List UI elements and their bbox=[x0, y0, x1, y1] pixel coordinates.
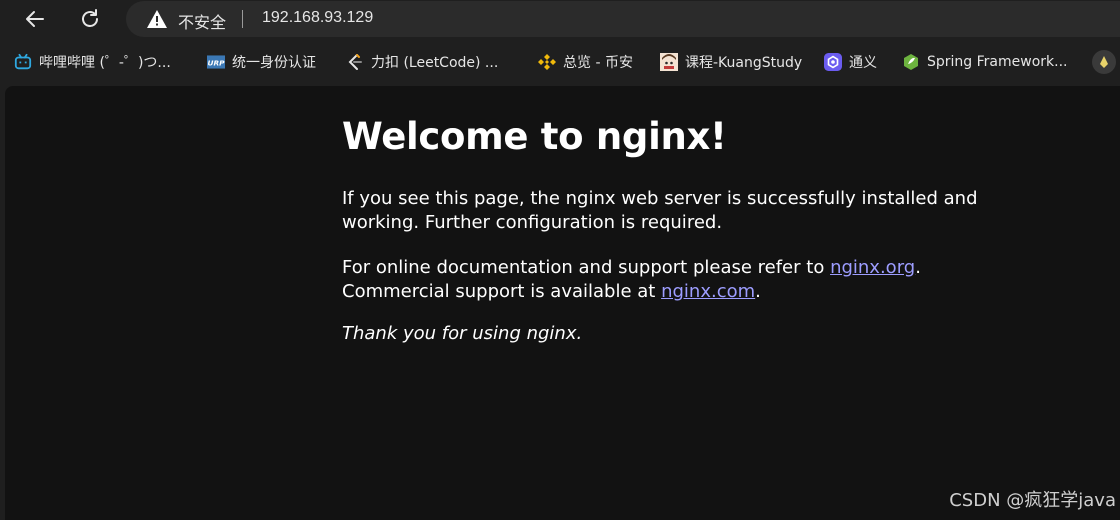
svg-text:URP: URP bbox=[207, 58, 225, 67]
nginx-com-link[interactable]: nginx.com bbox=[661, 281, 755, 302]
reload-button[interactable] bbox=[75, 4, 105, 34]
bookmark-label: Spring Framework... bbox=[927, 54, 1068, 70]
divider bbox=[242, 10, 243, 28]
punctuation: . bbox=[755, 281, 761, 302]
bookmark-bilibili[interactable]: 哔哩哔哩 (゜-゜)つ... bbox=[14, 44, 171, 80]
bookmark-urp[interactable]: URP 统一身份认证 bbox=[207, 44, 316, 80]
bookmark-kuangstudy[interactable]: 课程-KuangStudy bbox=[660, 44, 802, 80]
shortcut-icon bbox=[1092, 50, 1116, 74]
spring-icon bbox=[902, 53, 920, 71]
urp-icon: URP bbox=[207, 53, 225, 71]
back-button[interactable] bbox=[20, 4, 50, 34]
bookmark-tongyi[interactable]: 通义 bbox=[824, 44, 877, 80]
page-title: Welcome to nginx! bbox=[342, 115, 727, 158]
bookmark-label: 总览 - 币安 bbox=[563, 55, 633, 71]
intro-line-1: If you see this page, the nginx web serv… bbox=[342, 188, 978, 209]
bookmarks-bar: 哔哩哔哩 (゜-゜)つ... URP 统一身份认证 力扣 (LeetCode) … bbox=[0, 44, 1120, 80]
security-status-label[interactable]: 不安全 bbox=[178, 9, 226, 33]
support-text-1: For online documentation and support ple… bbox=[342, 257, 831, 278]
tongyi-icon bbox=[824, 53, 842, 71]
bookmark-binance[interactable]: 总览 - 币安 bbox=[538, 44, 633, 80]
bookmark-leetcode[interactable]: 力扣 (LeetCode) ... bbox=[346, 44, 498, 80]
warning-icon[interactable] bbox=[146, 9, 168, 29]
csdn-watermark: CSDN @疯狂学java bbox=[949, 490, 1116, 511]
support-text-2: Commercial support is available at bbox=[342, 281, 662, 302]
thanks-paragraph: Thank you for using nginx. bbox=[342, 323, 583, 344]
page-viewport: Welcome to nginx! If you see this page, … bbox=[5, 86, 1120, 520]
bookmark-overflow[interactable] bbox=[1092, 44, 1120, 80]
reload-icon bbox=[82, 9, 98, 27]
intro-paragraph: If you see this page, the nginx web serv… bbox=[342, 187, 978, 235]
support-paragraph: For online documentation and support ple… bbox=[342, 256, 921, 304]
intro-line-2: working. Further configuration is requir… bbox=[342, 212, 723, 233]
bilibili-icon bbox=[14, 53, 32, 71]
bookmark-spring[interactable]: Spring Framework... bbox=[902, 44, 1067, 80]
address-bar[interactable]: 不安全 192.168.93.129 bbox=[126, 1, 1120, 37]
bookmark-label: 通义 bbox=[849, 55, 877, 71]
binance-icon bbox=[538, 53, 556, 71]
bookmark-label: 课程-KuangStudy bbox=[685, 55, 803, 71]
nginx-org-link[interactable]: nginx.org bbox=[830, 257, 915, 278]
leetcode-icon bbox=[346, 53, 364, 71]
bookmark-label: 力扣 (LeetCode) ... bbox=[371, 55, 499, 71]
back-arrow-icon bbox=[26, 11, 44, 27]
bookmark-label: 统一身份认证 bbox=[232, 55, 316, 71]
punctuation: . bbox=[915, 257, 921, 278]
bookmark-label: 哔哩哔哩 (゜-゜)つ... bbox=[39, 55, 171, 71]
browser-toolbar: 不安全 192.168.93.129 bbox=[0, 0, 1120, 38]
avatar-icon bbox=[660, 53, 678, 71]
url-text[interactable]: 192.168.93.129 bbox=[262, 9, 373, 27]
